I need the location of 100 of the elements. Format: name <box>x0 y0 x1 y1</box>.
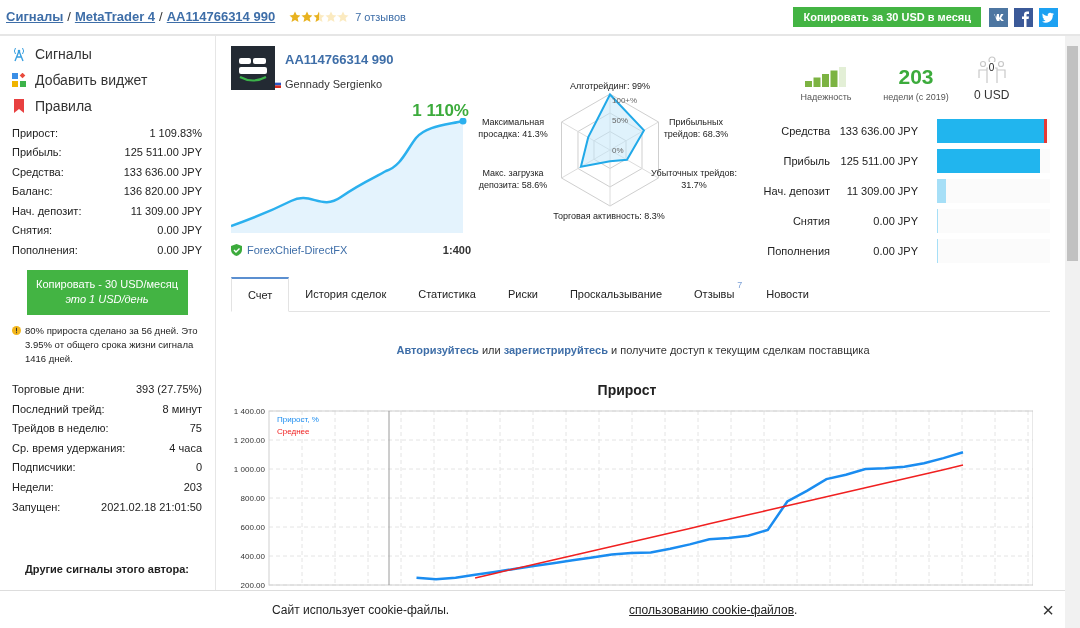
legend-label: Среднее <box>277 426 310 436</box>
radar-tick-label: 50% <box>612 116 628 125</box>
subscriber-count: 0 <box>987 62 996 73</box>
people-icon <box>975 56 1008 84</box>
facebook-icon[interactable] <box>1014 7 1033 27</box>
broker-link[interactable]: ForexChief-DirectFX <box>247 242 348 259</box>
radar-axis-label: Макс. загрузка депозита: 58.6% <box>477 167 549 191</box>
balance-label: Нач. депозит <box>762 183 830 199</box>
balance-label: Пополнения <box>766 243 830 259</box>
y-tick-label: 1 400.00 <box>233 406 265 416</box>
stat-value: 4 часа <box>169 440 202 456</box>
stat-label: Пополнения: <box>12 242 78 258</box>
balance-label: Прибыль <box>782 153 830 169</box>
stat-label: Подписчики: <box>12 460 76 476</box>
stat-value: 0.00 JPY <box>157 242 202 258</box>
balance-value: 0.00 JPY <box>872 243 918 259</box>
cookie-policy-link[interactable]: спользованию cookie-файлов <box>629 602 794 617</box>
reviews-link[interactable]: 7 отзывов <box>355 8 406 26</box>
register-link[interactable]: зарегистрируйтесь <box>503 344 608 356</box>
tab[interactable]: История сделок <box>289 277 403 311</box>
author-name: Gennady Sergienko <box>285 76 383 92</box>
stat-label: Трейдов в неделю: <box>12 421 109 437</box>
balance-label: Снятия <box>791 213 830 229</box>
stat-value: 133 636.00 JPY <box>123 164 202 180</box>
chart-title: Прирост <box>596 380 658 400</box>
tab[interactable]: Риски <box>492 277 554 311</box>
stat-value: 0 <box>195 460 202 476</box>
y-tick-label: 200.00 <box>240 580 265 590</box>
stat-value: 2021.02.18 21:01:50 <box>101 499 202 515</box>
breadcrumb-link[interactable]: MetaTrader 4 <box>74 7 156 27</box>
warning-icon <box>12 325 21 335</box>
weeks-label: недели (с 2019) <box>883 90 949 104</box>
widget-icon <box>12 73 26 87</box>
stat-value: 125 511.00 JPY <box>124 145 202 160</box>
stat-label: Баланс: <box>12 184 53 199</box>
radar-axis-label: Алготрейдинг: 99% <box>569 80 651 92</box>
stat-label: Ср. время удержания: <box>12 440 126 456</box>
y-tick-label: 400.00 <box>240 551 265 561</box>
close-button[interactable]: × <box>1042 599 1054 620</box>
stat-value: 203 <box>183 480 202 495</box>
y-tick-label: 600.00 <box>240 522 265 532</box>
cookie-notice: Сайт использует cookie-файлы. спользованию cookie-файлов. <box>272 601 798 619</box>
sidebar-link[interactable]: Правила <box>12 93 202 119</box>
y-tick-label: 1 000.00 <box>233 464 265 474</box>
scrollbar[interactable] <box>1065 36 1080 628</box>
antenna-icon <box>12 46 26 62</box>
stat-label: Запущен: <box>12 499 61 515</box>
shield-check-icon <box>231 244 242 257</box>
tab[interactable]: Счет <box>231 277 290 312</box>
tab[interactable]: Статистика <box>402 277 492 311</box>
radar-axis-label: Прибыльных трейдов: 68.3% <box>662 116 730 140</box>
subscription-amount: 0 USD <box>974 87 1010 104</box>
stat-label: Последний трейд: <box>12 401 105 417</box>
bookmark-icon <box>14 99 24 113</box>
tab[interactable]: Отзывы 7 <box>678 277 751 311</box>
balance-value: 133 636.00 JPY <box>838 123 918 139</box>
stat-value: 393 (27.75%) <box>135 382 202 398</box>
stat-value: 11 309.00 JPY <box>130 203 202 219</box>
breadcrumb-link[interactable]: AA114766314 990 <box>166 7 276 27</box>
section-heading: Другие сигналы этого автора: <box>24 561 190 577</box>
warning-note: 80% прироста сделано за 56 дней. Это 3.95% от общего срока жизни сигнала 1416 дней. <box>25 323 199 366</box>
breadcrumb-separator: / <box>159 8 163 27</box>
sidebar-link[interactable]: Сигналы <box>12 41 202 67</box>
stat-label: Недели: <box>12 480 54 495</box>
leverage-value: 1:400 <box>442 243 471 258</box>
sidebar-link[interactable]: Добавить виджет <box>12 67 202 93</box>
balance-value: 125 511.00 JPY <box>839 153 918 169</box>
radar-axis-label: Торговая активность: 8.3% <box>552 210 666 222</box>
signal-title[interactable]: AA114766314 990 <box>285 50 394 70</box>
balance-value: 11 309.00 JPY <box>845 183 918 199</box>
stat-value: 136 820.00 JPY <box>123 184 202 199</box>
balance-value: 0.00 JPY <box>872 213 918 229</box>
radar-tick-label: 0% <box>612 146 624 155</box>
breadcrumb-link[interactable]: Сигналы <box>6 7 64 27</box>
tab[interactable]: Проскальзывание <box>553 277 679 311</box>
stat-label: Нач. депозит: <box>12 203 82 219</box>
balance-label: Средства <box>780 123 830 139</box>
stat-value: 1 109.83% <box>149 125 202 141</box>
y-tick-label: 800.00 <box>240 493 265 503</box>
tab[interactable]: Новости <box>750 277 825 311</box>
bird-icon[interactable] <box>1039 7 1058 27</box>
stat-label: Снятия: <box>12 223 53 238</box>
weeks-count: 203 <box>898 65 934 88</box>
legend-label: Прирост, % <box>277 414 319 424</box>
stat-value: 0.00 JPY <box>157 223 202 238</box>
auth-notice: Авторизуйтесь или зарегистрируйтесь и получите доступ к текущим сделкам поставщика <box>395 343 871 358</box>
stat-label: Торговые дни: <box>12 382 85 398</box>
radar-axis-label: Максимальная просадка: 41.3% <box>477 116 549 140</box>
breadcrumb-separator: / <box>67 8 71 27</box>
stat-label: Средства: <box>12 164 64 180</box>
stat-value: 8 минут <box>162 401 202 417</box>
vk-icon[interactable] <box>989 7 1008 27</box>
y-tick-label: 1 200.00 <box>233 435 265 445</box>
radar-axis-label: Убыточных трейдов: 31.7% <box>650 167 738 191</box>
stat-label: Прирост: <box>12 125 58 141</box>
stat-label: Прибыль: <box>12 145 62 160</box>
review-count: 7 <box>737 279 743 292</box>
stat-value: 75 <box>189 421 202 437</box>
reliability-label: Надежность <box>800 90 852 104</box>
login-link[interactable]: Авторизуйтесь <box>396 344 479 356</box>
